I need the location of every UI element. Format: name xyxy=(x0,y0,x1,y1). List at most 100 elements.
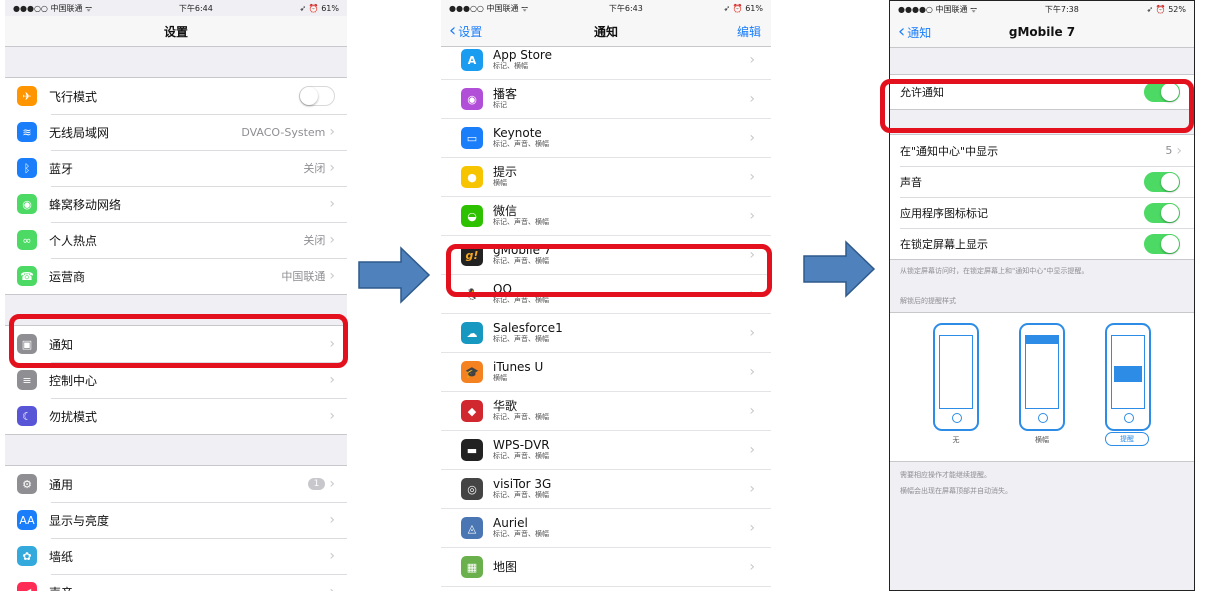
settings-row-label: 蓝牙 xyxy=(49,161,74,176)
app-notification-types: 标记、声音、横幅 xyxy=(493,296,549,304)
app-row-huage[interactable]: ◆ 华歌 标记、声音、横幅 › xyxy=(441,392,771,431)
settings-row-cellular[interactable]: ◉ 蜂窝移动网络 › xyxy=(5,186,347,222)
app-name: visiTor 3G xyxy=(493,477,552,491)
clock: 下午7:38 xyxy=(1044,4,1079,14)
app-row-podcasts[interactable]: ◉ 播客 标记 › xyxy=(441,80,771,119)
app-row-text: 华歌 标记、声音、横幅 xyxy=(493,400,749,422)
arrow-right-icon xyxy=(803,240,876,298)
option-row[interactable]: 声音 xyxy=(890,166,1194,197)
option-row[interactable]: 应用程序图标标记 xyxy=(890,197,1194,228)
back-label: 通知 xyxy=(907,25,932,40)
notifications-highlight-box xyxy=(9,314,348,368)
settings-row-bluetooth[interactable]: ᛒ 蓝牙 关闭 › xyxy=(5,150,347,186)
chevron-right-icon: › xyxy=(329,408,335,424)
carrier-signal: ●●●○○ 中国联通 ᯤ xyxy=(13,3,93,13)
home-button-icon xyxy=(1038,413,1048,423)
app-row-keynote[interactable]: ▭ Keynote 标记、声音、横幅 › xyxy=(441,119,771,158)
app-row-auriel[interactable]: ◬ Auriel 标记、声音、横幅 › xyxy=(441,509,771,548)
airplane-mode-toggle[interactable] xyxy=(299,86,335,106)
chevron-right-icon: › xyxy=(329,584,335,591)
app-row-itunes-u[interactable]: 🎓 iTunes U 横幅 › xyxy=(441,353,771,392)
option-toggle[interactable] xyxy=(1144,233,1180,254)
page-title: gMobile 7 xyxy=(1008,25,1076,39)
app-notification-types: 标记 xyxy=(493,101,507,109)
settings-screen: ●●●○○ 中国联通 ᯤ 下午6:44 ➶ ⏰ 61% 设置 ✈ 飞行模式 ≋ 无线局… xyxy=(5,0,347,591)
cellular-icon: ◉ xyxy=(17,194,37,214)
back-button[interactable]: ‹ 通知 xyxy=(898,17,931,47)
app-row-salesforce[interactable]: ☁ Salesforce1 标记、声音、横幅 › xyxy=(441,314,771,353)
wechat-icon: ◒ xyxy=(461,205,483,227)
settings-row-display[interactable]: AA 显示与亮度 › xyxy=(5,502,347,538)
carrier-signal: ●●●●○ 中国联通 ᯤ xyxy=(898,4,978,14)
app-notification-types: 标记、声音、横幅 xyxy=(493,530,549,538)
salesforce-icon: ☁ xyxy=(461,322,483,344)
app-row-wechat[interactable]: ◒ 微信 标记、声音、横幅 › xyxy=(441,197,771,236)
option-toggle[interactable] xyxy=(1144,202,1180,223)
app-notification-types: 标记、横幅 xyxy=(493,62,528,70)
option-row[interactable]: 在锁定屏幕上显示 xyxy=(890,228,1194,259)
battery-status: ➶ ⏰ 61% xyxy=(723,3,763,13)
app-row-visitor[interactable]: ◎ visiTor 3G 标记、声音、横幅 › xyxy=(441,470,771,509)
allow-notifications-highlight-box xyxy=(880,79,1194,133)
settings-row-airplane[interactable]: ✈ 飞行模式 xyxy=(5,78,347,114)
app-name: 播客 xyxy=(493,87,518,101)
home-button-icon xyxy=(1124,413,1134,423)
settings-row-phone[interactable]: ☎ 运营商 中国联通 › xyxy=(5,258,347,294)
settings-row-label: 飞行模式 xyxy=(49,89,98,104)
airplane-icon: ✈ xyxy=(17,86,37,106)
page-title: 通知 xyxy=(593,24,618,39)
arrow-right-icon xyxy=(358,246,431,304)
home-button-icon xyxy=(952,413,962,423)
app-row-tips[interactable]: ● 提示 横幅 › xyxy=(441,158,771,197)
settings-row-moon[interactable]: ☾ 勿扰模式 › xyxy=(5,398,347,434)
app-name: WPS-DVR xyxy=(493,438,550,452)
settings-row-sound[interactable]: ◀ 声音› xyxy=(5,574,347,591)
settings-row-value: 关闭 xyxy=(303,234,326,247)
gear-icon: ⚙ xyxy=(17,474,37,494)
clock: 下午6:43 xyxy=(608,3,643,13)
app-name: Salesforce1 xyxy=(493,321,563,335)
app-row-maps[interactable]: ▦ 地图 › xyxy=(441,548,771,587)
app-row-wps-dvr[interactable]: ▬ WPS-DVR 标记、声音、横幅 › xyxy=(441,431,771,470)
chevron-left-icon: ‹ xyxy=(898,21,906,42)
toggle-knob xyxy=(1161,172,1179,191)
option-label: 在锁定屏幕上显示 xyxy=(900,237,988,251)
clock: 下午6:44 xyxy=(178,3,213,13)
chevron-right-icon: › xyxy=(749,403,755,419)
settings-row-label: 蜂窝移动网络 xyxy=(49,197,122,212)
app-row-app-store[interactable]: A App Store 标记、横幅 › xyxy=(441,41,771,80)
sound-icon: ◀ xyxy=(17,582,37,591)
style-screen xyxy=(1111,335,1145,409)
style-banner-option[interactable] xyxy=(1019,323,1065,431)
settings-row-label: 显示与亮度 xyxy=(49,513,110,528)
settings-row-hotspot[interactable]: ∞ 个人热点 关闭 › xyxy=(5,222,347,258)
back-label: 设置 xyxy=(458,24,483,39)
control-center-icon: ≡ xyxy=(17,370,37,390)
general-group: ⚙通用1›AA显示与亮度›✿墙纸›◀声音› xyxy=(5,465,347,591)
gmobile-highlight-box xyxy=(446,244,772,297)
settings-row-value: 中国联通 xyxy=(281,270,326,283)
option-value: 5 xyxy=(1165,144,1173,157)
phone-icon: ☎ xyxy=(17,266,37,286)
footer-note-2: 横幅会出现在屏幕顶部并自动消失。 xyxy=(900,487,1012,495)
settings-row-gear[interactable]: ⚙ 通用 1 › xyxy=(5,466,347,502)
settings-row-label: 无线局域网 xyxy=(49,125,110,140)
footer-note-1: 需要相应操作才能继续提醒。 xyxy=(900,471,991,479)
option-toggle[interactable] xyxy=(1144,171,1180,192)
moon-icon: ☾ xyxy=(17,406,37,426)
settings-row-wifi[interactable]: ≋ 无线局域网 DVACO-System › xyxy=(5,114,347,150)
chevron-right-icon: › xyxy=(329,196,335,212)
huage-icon: ◆ xyxy=(461,400,483,422)
settings-row-label: 通用 xyxy=(49,477,74,492)
app-notification-types: 标记、声音、横幅 xyxy=(493,335,549,343)
option-label: 在"通知中心"中显示 xyxy=(900,144,999,158)
option-row[interactable]: 在"通知中心"中显示 5 › xyxy=(890,135,1194,166)
chevron-right-icon: › xyxy=(749,520,755,536)
chevron-right-icon: › xyxy=(329,512,335,528)
settings-row-label: 个人热点 xyxy=(49,233,98,248)
style-alert-option[interactable] xyxy=(1105,323,1151,431)
banner-preview xyxy=(1026,336,1058,344)
style-none-option[interactable] xyxy=(933,323,979,431)
style-banner-label: 横幅 xyxy=(1035,436,1049,444)
settings-row-wallpaper[interactable]: ✿ 墙纸 › xyxy=(5,538,347,574)
